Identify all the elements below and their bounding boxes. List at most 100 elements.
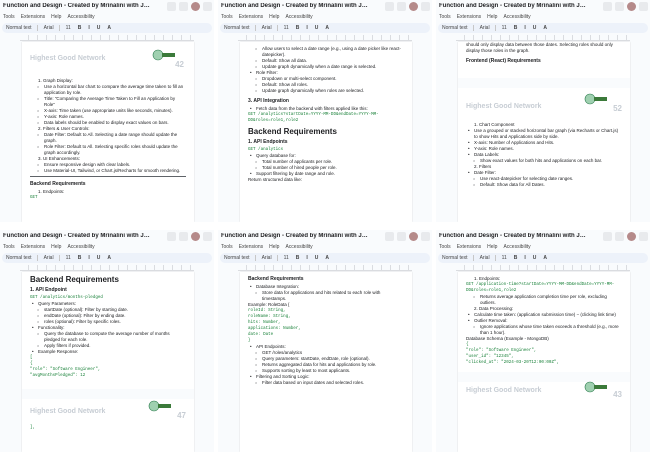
apps-icon[interactable] [203, 232, 212, 241]
menu-item[interactable]: Help [269, 14, 279, 20]
apps-icon[interactable] [639, 2, 648, 11]
menu-item[interactable]: Extensions [21, 244, 45, 250]
style-select[interactable]: Normal text [442, 25, 468, 31]
format-icon[interactable]: I [306, 25, 307, 31]
style-select[interactable]: Normal text [6, 255, 32, 261]
menu-item[interactable]: Extensions [239, 244, 263, 250]
format-icon[interactable]: U [533, 255, 537, 261]
menu-item[interactable]: Help [269, 244, 279, 250]
menu-item[interactable]: Tools [221, 244, 233, 250]
history-icon[interactable] [385, 2, 394, 11]
doc-text-li2: Update graph dynamically when roles are … [248, 88, 404, 94]
font-select[interactable]: Arial [44, 255, 54, 261]
menu-item[interactable]: Accessibility [67, 14, 94, 20]
format-icon[interactable]: B [514, 25, 518, 31]
font-select[interactable]: Arial [44, 25, 54, 31]
menu-item[interactable]: Extensions [21, 14, 45, 20]
comment-icon[interactable] [397, 2, 406, 11]
doc-title[interactable]: Function and Design - Created by Mrinali… [221, 3, 371, 9]
avatar[interactable] [191, 232, 200, 241]
menu-item[interactable]: Tools [3, 14, 15, 20]
avatar[interactable] [627, 2, 636, 11]
comment-icon[interactable] [179, 232, 188, 241]
avatar[interactable] [191, 2, 200, 11]
menu-item[interactable]: Accessibility [285, 14, 312, 20]
font-size-field[interactable]: 11 [66, 255, 71, 261]
menu-item[interactable]: Help [51, 14, 61, 20]
format-icon[interactable]: A [107, 255, 111, 261]
avatar[interactable] [409, 232, 418, 241]
menu-item[interactable]: Accessibility [285, 244, 312, 250]
doc-text-li2: Query the database to compute the averag… [30, 331, 186, 343]
format-icon[interactable]: U [97, 25, 101, 31]
menu-item[interactable]: Extensions [239, 14, 263, 20]
font-size-field[interactable]: 11 [284, 255, 289, 261]
menu-item[interactable]: Extensions [457, 14, 481, 20]
menu-item[interactable]: Tools [3, 244, 15, 250]
font-select[interactable]: Arial [262, 255, 272, 261]
menu-item[interactable]: Accessibility [67, 244, 94, 250]
history-icon[interactable] [167, 2, 176, 11]
menu-item[interactable]: Help [487, 244, 497, 250]
format-icon[interactable]: U [315, 25, 319, 31]
comment-icon[interactable] [615, 232, 624, 241]
format-icon[interactable]: I [524, 255, 525, 261]
menu-item[interactable]: Tools [439, 14, 451, 20]
apps-icon[interactable] [421, 2, 430, 11]
format-icon[interactable]: A [543, 25, 547, 31]
style-select[interactable]: Normal text [6, 25, 32, 31]
format-icon[interactable]: U [97, 255, 101, 261]
history-icon[interactable] [167, 232, 176, 241]
avatar[interactable] [627, 232, 636, 241]
menu-item[interactable]: Tools [439, 244, 451, 250]
format-icon[interactable]: I [306, 255, 307, 261]
format-icon[interactable]: B [514, 255, 518, 261]
format-icon[interactable]: B [78, 255, 82, 261]
font-size-field[interactable]: 11 [66, 25, 71, 31]
apps-icon[interactable] [203, 2, 212, 11]
doc-title[interactable]: Function and Design - Created by Mrinali… [439, 3, 589, 9]
format-icon[interactable]: A [325, 255, 329, 261]
doc-title[interactable]: Function and Design - Created by Mrinali… [3, 233, 153, 239]
comment-icon[interactable] [397, 232, 406, 241]
menu-item[interactable]: Help [487, 14, 497, 20]
format-icon[interactable]: I [88, 25, 89, 31]
format-icon[interactable]: U [315, 255, 319, 261]
history-icon[interactable] [385, 232, 394, 241]
font-select[interactable]: Arial [480, 255, 490, 261]
font-size-field[interactable]: 11 [284, 25, 289, 31]
format-icon[interactable]: B [296, 25, 300, 31]
format-icon[interactable]: I [88, 255, 89, 261]
format-icon[interactable]: B [296, 255, 300, 261]
doc-title[interactable]: Function and Design - Created by Mrinali… [3, 3, 153, 9]
menu-item[interactable]: Accessibility [503, 14, 530, 20]
doc-title[interactable]: Function and Design - Created by Mrinali… [221, 233, 371, 239]
comment-icon[interactable] [615, 2, 624, 11]
font-size-field[interactable]: 11 [502, 255, 507, 261]
menu-item[interactable]: Accessibility [503, 244, 530, 250]
font-size-field[interactable]: 11 [502, 25, 507, 31]
format-icon[interactable]: A [107, 25, 111, 31]
font-select[interactable]: Arial [262, 25, 272, 31]
format-icon[interactable]: A [325, 25, 329, 31]
style-select[interactable]: Normal text [224, 255, 250, 261]
apps-icon[interactable] [639, 232, 648, 241]
history-icon[interactable] [603, 2, 612, 11]
format-icon[interactable]: A [543, 255, 547, 261]
menu-item[interactable]: Tools [221, 14, 233, 20]
history-icon[interactable] [603, 232, 612, 241]
format-icon[interactable]: U [533, 25, 537, 31]
format-icon[interactable]: B [78, 25, 82, 31]
style-select[interactable]: Normal text [224, 25, 250, 31]
doc-title[interactable]: Function and Design - Created by Mrinali… [439, 233, 589, 239]
apps-icon[interactable] [421, 232, 430, 241]
style-select[interactable]: Normal text [442, 255, 468, 261]
page-header-title: Highest Good Network [466, 387, 542, 394]
avatar[interactable] [409, 2, 418, 11]
page-header-title: Highest Good Network [466, 103, 542, 110]
font-select[interactable]: Arial [480, 25, 490, 31]
menu-item[interactable]: Extensions [457, 244, 481, 250]
menu-item[interactable]: Help [51, 244, 61, 250]
format-icon[interactable]: I [524, 25, 525, 31]
comment-icon[interactable] [179, 2, 188, 11]
